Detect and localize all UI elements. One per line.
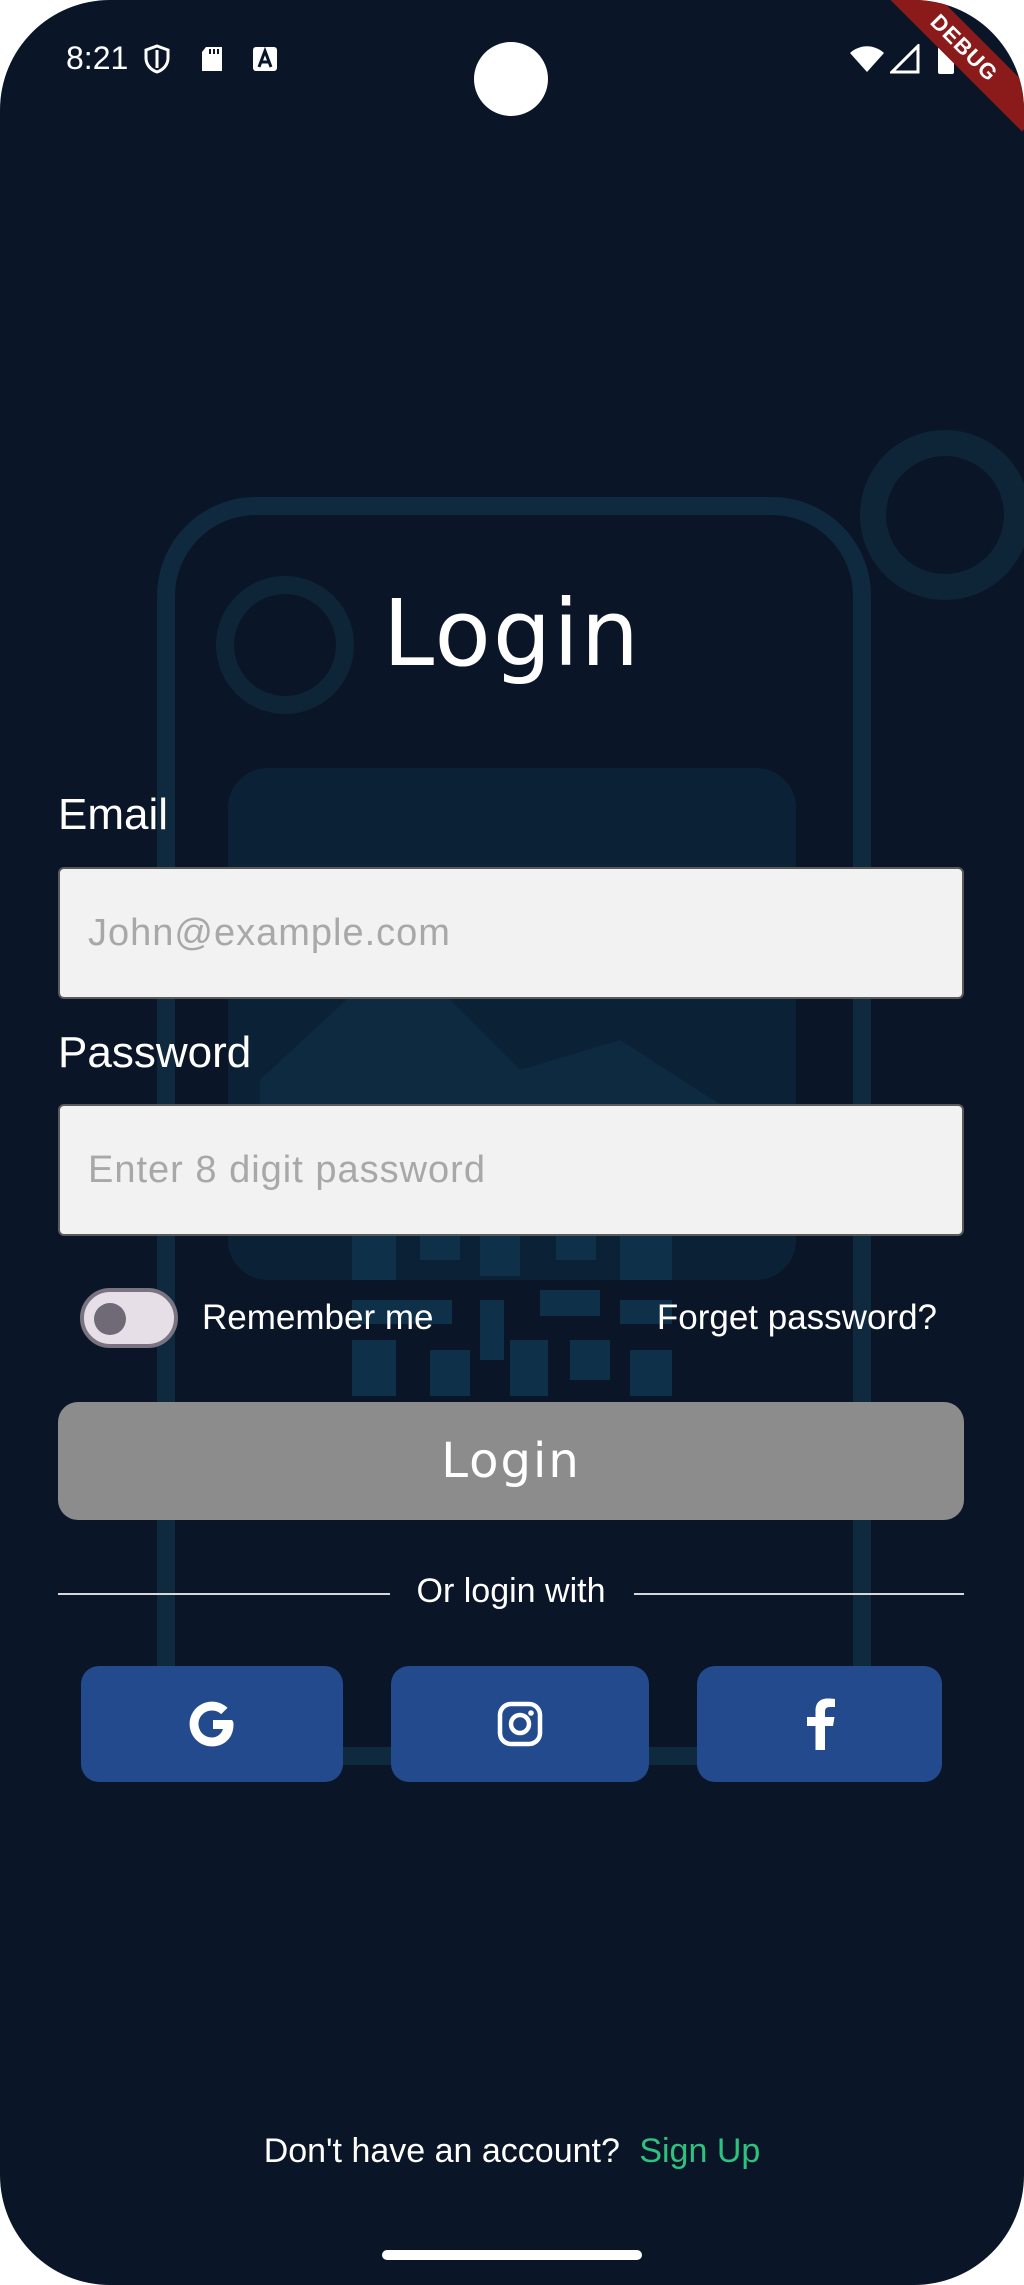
remember-me-label: Remember me [202,1298,434,1337]
google-icon [189,1701,234,1747]
signup-row: Don't have an account? Sign Up [0,2132,1024,2171]
home-indicator[interactable] [382,2250,642,2260]
camera-cutout [474,42,548,116]
divider-text: Or login with [416,1572,606,1610]
facebook-icon [806,1698,835,1750]
signup-prompt: Don't have an account? [263,2132,620,2170]
remember-row: Remember me Forget password? [0,1288,1024,1354]
facebook-login-button[interactable] [697,1666,942,1782]
toggle-knob [94,1303,126,1335]
phone-screen: 8:21 DEBUG Login Email John@example.com … [0,0,1024,2285]
password-field[interactable] [58,1104,964,1236]
login-button[interactable]: Login [58,1402,964,1520]
signup-link[interactable]: Sign Up [639,2132,760,2170]
keyboard-a-icon [253,46,277,71]
status-bar: 8:21 DEBUG [0,0,1024,132]
remember-me-toggle[interactable] [80,1288,178,1348]
divider-line-right [634,1593,964,1595]
instagram-login-button[interactable] [391,1666,649,1782]
shield-icon [144,44,170,74]
instagram-icon [497,1701,543,1747]
page-title: Login [382,580,642,687]
or-login-divider: Or login with [58,1572,964,1616]
sd-card-icon [202,47,222,71]
wifi-icon [850,46,884,72]
forget-password-link[interactable]: Forget password? [657,1298,937,1338]
email-label: Email [58,790,169,839]
status-time: 8:21 [66,40,129,76]
email-field[interactable] [58,867,964,999]
signal-icon [890,44,920,74]
google-login-button[interactable] [81,1666,343,1782]
password-label: Password [58,1028,252,1077]
